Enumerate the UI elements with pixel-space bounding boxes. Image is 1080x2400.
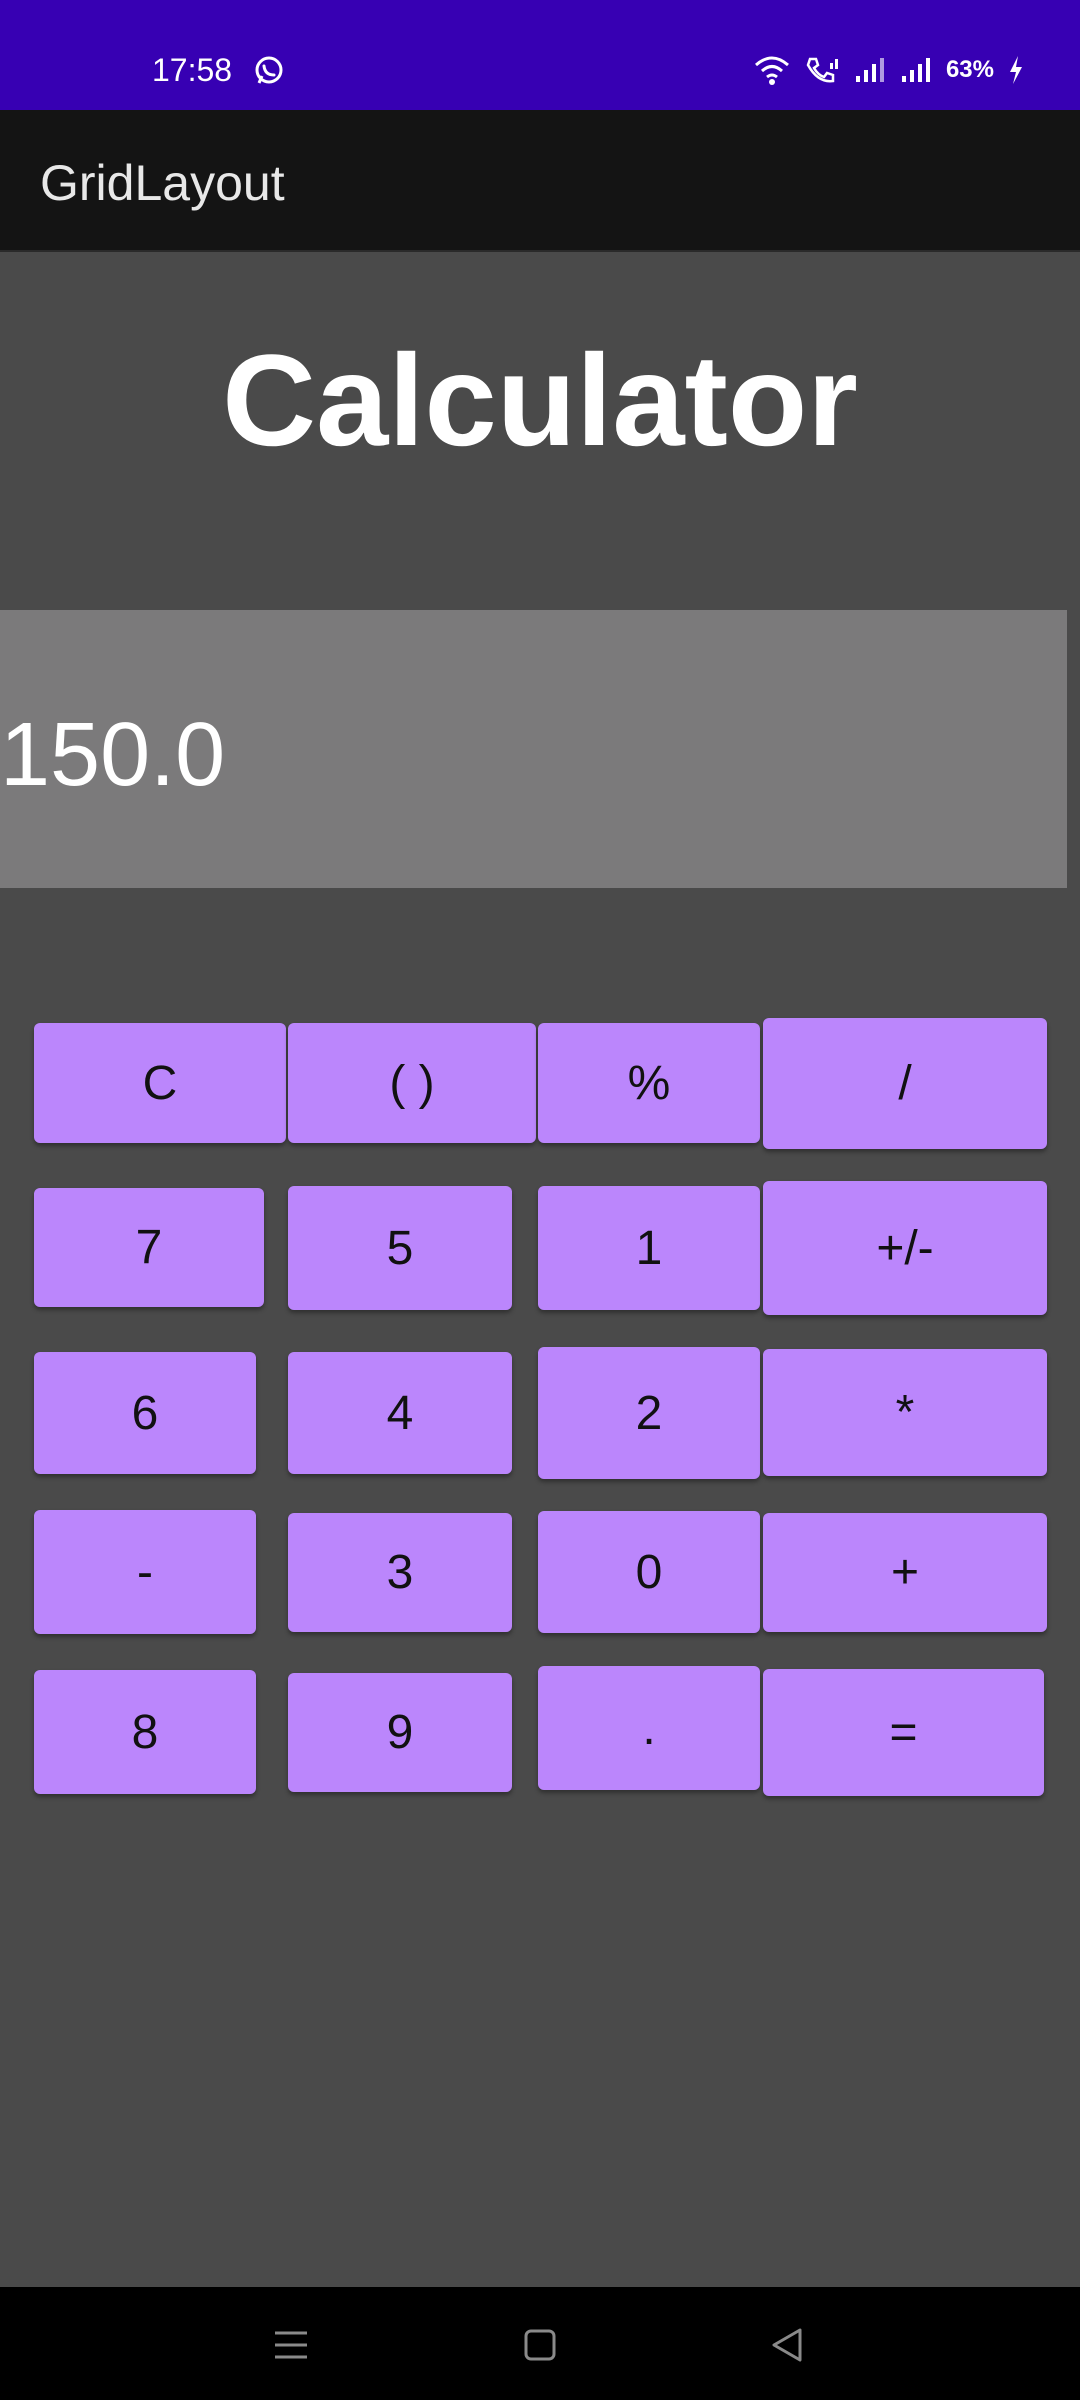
digit-8-button[interactable]: 8 — [34, 1670, 256, 1794]
digit-9-button[interactable]: 9 — [288, 1673, 512, 1792]
digit-0-button[interactable]: 0 — [538, 1511, 760, 1633]
result-display: 150.0 — [0, 610, 1067, 888]
parentheses-button[interactable]: ( ) — [288, 1023, 536, 1143]
menu-icon[interactable] — [263, 2317, 319, 2373]
app-bar: GridLayout — [0, 110, 1080, 252]
percent-button[interactable]: % — [538, 1023, 760, 1143]
app-title: GridLayout — [40, 155, 285, 211]
wifi-calling-icon — [806, 57, 838, 83]
digit-6-button[interactable]: 6 — [34, 1352, 256, 1474]
charging-icon — [1010, 56, 1022, 84]
battery-level: 63% — [945, 56, 994, 83]
divide-button[interactable]: / — [763, 1018, 1047, 1149]
plus-button[interactable]: + — [763, 1513, 1047, 1632]
signal-icon-2 — [901, 58, 930, 82]
minus-button[interactable]: - — [34, 1510, 256, 1634]
digit-2-button[interactable]: 2 — [538, 1347, 760, 1479]
back-icon[interactable] — [760, 2317, 816, 2373]
home-icon[interactable] — [512, 2317, 568, 2373]
digit-3-button[interactable]: 3 — [288, 1513, 512, 1632]
digit-5-button[interactable]: 5 — [288, 1186, 512, 1310]
digit-7-button[interactable]: 7 — [34, 1188, 264, 1307]
clear-button[interactable]: C — [34, 1023, 286, 1143]
display-value: 150.0 — [0, 705, 226, 805]
page-title: Calculator — [222, 327, 858, 473]
whatsapp-icon — [255, 56, 283, 84]
navigation-bar — [0, 2287, 1080, 2400]
status-time: 17:58 — [152, 52, 233, 88]
digit-1-button[interactable]: 1 — [538, 1186, 760, 1310]
status-bar: 17:58 63% — [0, 0, 1080, 110]
status-icons: 63% — [754, 50, 1024, 90]
decimal-button[interactable]: . — [538, 1666, 760, 1790]
multiply-button[interactable]: * — [763, 1349, 1047, 1476]
signal-icon — [855, 58, 884, 82]
digit-4-button[interactable]: 4 — [288, 1352, 512, 1474]
equals-button[interactable]: = — [763, 1669, 1044, 1796]
sign-toggle-button[interactable]: +/- — [763, 1181, 1047, 1315]
wifi-icon — [754, 56, 789, 85]
